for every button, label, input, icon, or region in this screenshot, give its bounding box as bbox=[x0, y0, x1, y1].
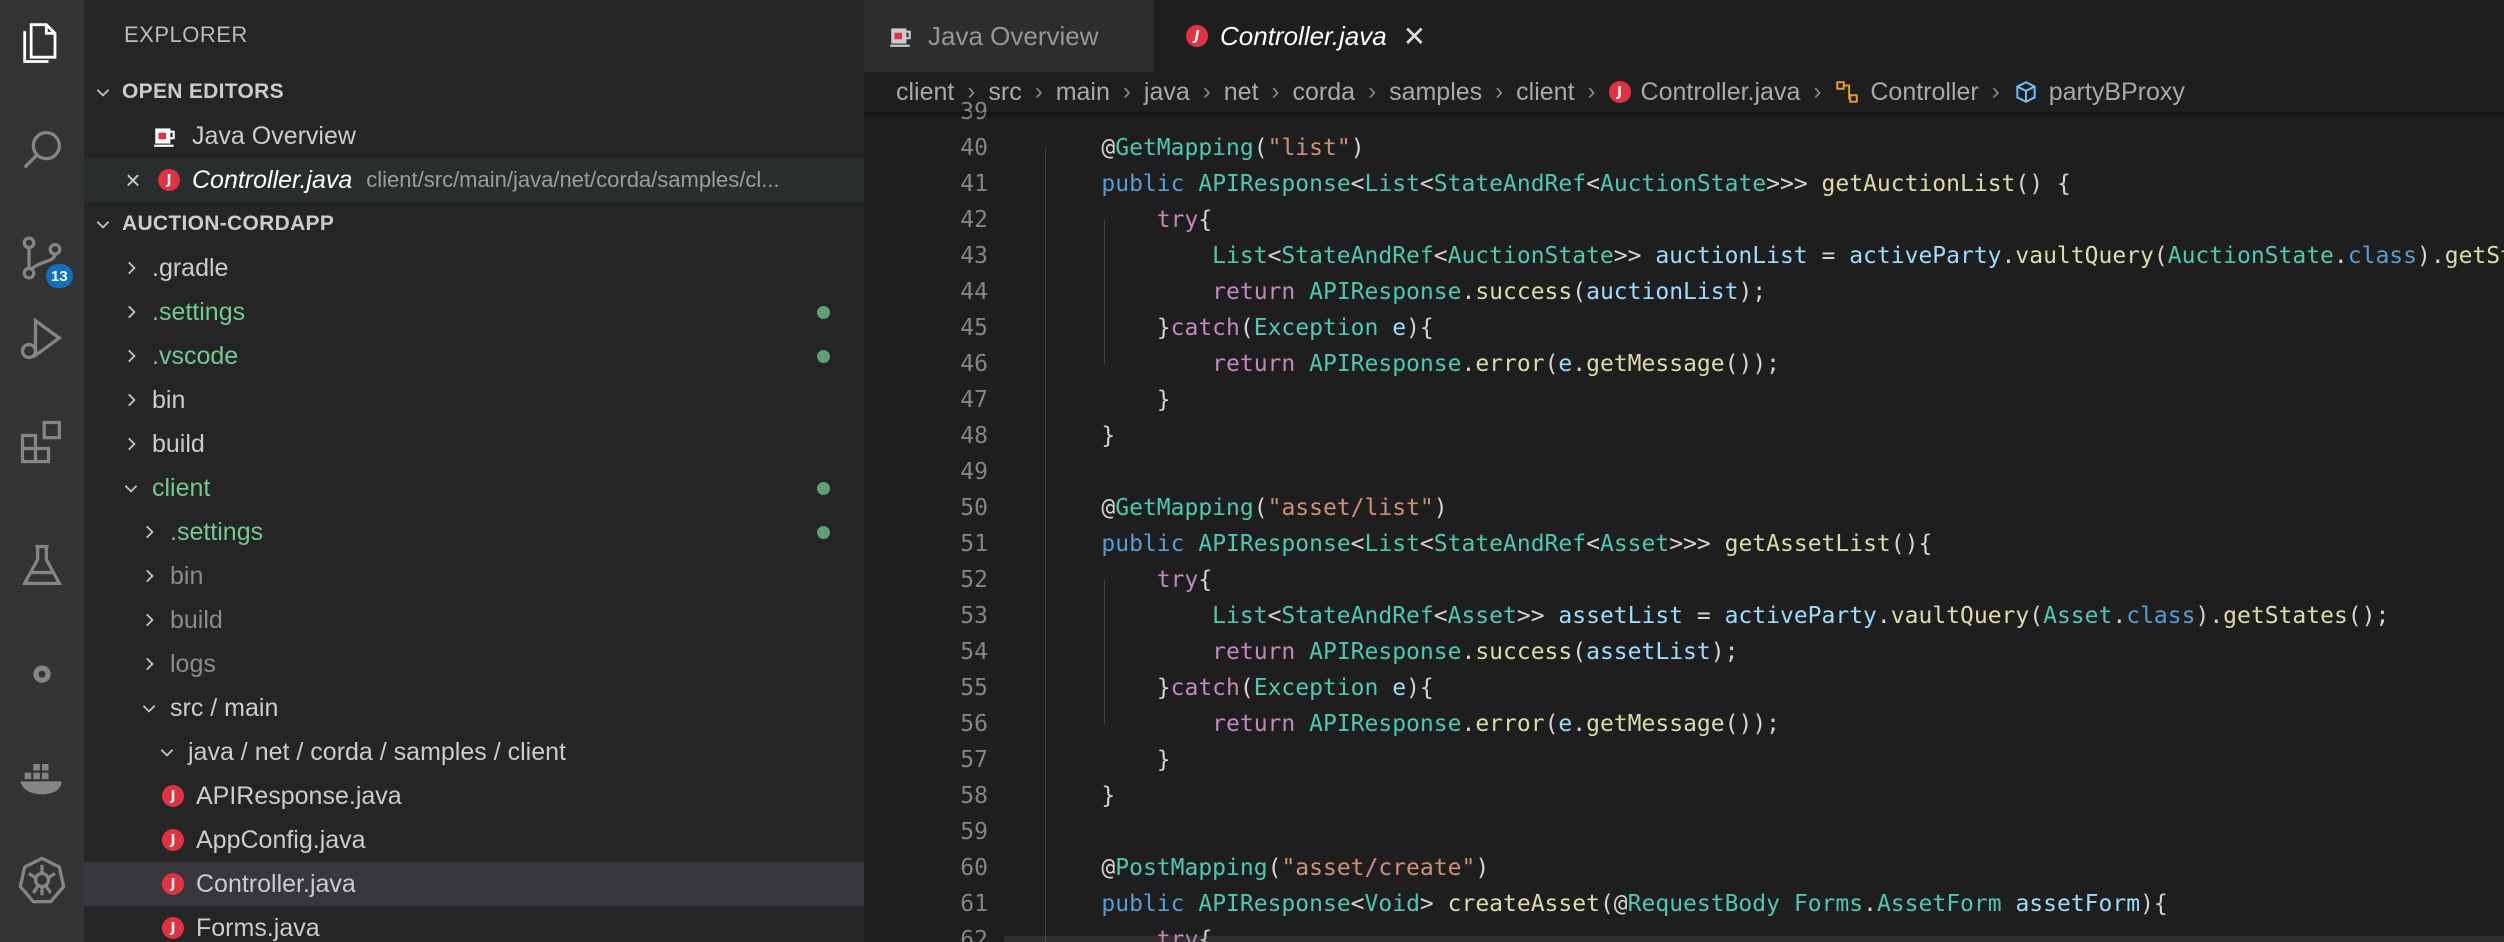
tree-item-java-package[interactable]: java / net / corda / samples / client bbox=[84, 730, 864, 774]
code-line: 43 List<StateAndRef<AuctionState>> aucti… bbox=[960, 243, 2504, 269]
search-icon[interactable] bbox=[0, 108, 84, 192]
tree-item-client[interactable]: client bbox=[84, 466, 864, 510]
code-line: 41 public APIResponse<List<StateAndRef<A… bbox=[960, 171, 2071, 197]
tree-item-client-logs[interactable]: logs bbox=[84, 642, 864, 686]
code-line: 60 @PostMapping("asset/create") bbox=[960, 855, 1490, 881]
chevron-right-icon bbox=[136, 607, 162, 633]
code-line: 48 } bbox=[960, 423, 1116, 449]
sidebar-title: EXPLORER bbox=[124, 22, 248, 47]
tree-item-bin[interactable]: bin bbox=[84, 378, 864, 422]
coffee-cup-icon bbox=[154, 128, 175, 147]
tree-item-gradle[interactable]: .gradle bbox=[84, 246, 864, 290]
chevron-right-icon bbox=[118, 387, 144, 413]
chevron-right-icon bbox=[118, 299, 144, 325]
java-file-icon: J bbox=[158, 169, 180, 191]
chevron-down-icon bbox=[154, 739, 180, 765]
code-line: 61 public APIResponse<Void> createAsset(… bbox=[960, 891, 2168, 917]
tree-item-client-build[interactable]: build bbox=[84, 598, 864, 642]
chevron-down-icon bbox=[90, 79, 116, 105]
chevron-right-icon bbox=[136, 519, 162, 545]
code-line: 55 }catch(Exception e){ bbox=[960, 675, 1434, 701]
close-icon[interactable]: ✕ bbox=[1403, 20, 1426, 53]
code-line: 47 } bbox=[960, 387, 1171, 413]
chevron-right-icon bbox=[118, 343, 144, 369]
docker-icon[interactable] bbox=[0, 735, 84, 819]
code-line: 52 try{ bbox=[960, 567, 1213, 593]
code-editor[interactable]: 39 40 @GetMapping("list") 41 public APIR… bbox=[864, 99, 2504, 942]
chevron-down-icon bbox=[136, 695, 162, 721]
chevron-right-icon bbox=[136, 563, 162, 589]
extensions-icon[interactable] bbox=[0, 400, 84, 484]
run-debug-icon[interactable] bbox=[0, 296, 84, 380]
java-file-icon: J bbox=[162, 829, 184, 851]
tree-item-forms[interactable]: J Forms.java bbox=[84, 906, 864, 942]
java-file-icon: J bbox=[162, 785, 184, 807]
code-line: 51 public APIResponse<List<StateAndRef<A… bbox=[960, 531, 1933, 557]
open-editor-controller[interactable]: × J Controller.java client/src/main/java… bbox=[84, 158, 864, 202]
code-line: 56 return APIResponse.error(e.getMessage… bbox=[960, 711, 1781, 737]
modified-dot bbox=[817, 305, 830, 319]
code-line: 44 return APIResponse.success(auctionLis… bbox=[960, 279, 1767, 305]
code-line: 58 } bbox=[960, 783, 1116, 809]
tab-controller[interactable]: J Controller.java ✕ bbox=[1154, 0, 2504, 72]
java-file-icon: J bbox=[162, 917, 184, 939]
coffee-cup-icon bbox=[890, 28, 911, 47]
java-file-icon: J bbox=[1186, 25, 1208, 47]
tree-item-client-bin[interactable]: bin bbox=[84, 554, 864, 598]
tree-item-src-main[interactable]: src / main bbox=[84, 686, 864, 730]
modified-dot bbox=[817, 349, 830, 363]
code-line: 40 @GetMapping("list") bbox=[960, 135, 1365, 161]
testing-flask-icon[interactable] bbox=[0, 524, 84, 608]
code-line: 53 List<StateAndRef<Asset>> assetList = … bbox=[960, 603, 2390, 629]
tree-item-client-settings[interactable]: .settings bbox=[84, 510, 864, 554]
activity-bar: 13 bbox=[0, 0, 84, 942]
modified-dot bbox=[817, 525, 830, 539]
explorer-sidebar: EXPLORER OPEN EDITORS Java Overview × J … bbox=[84, 0, 864, 942]
code-line: 46 return APIResponse.error(e.getMessage… bbox=[960, 351, 1781, 377]
modified-dot bbox=[817, 481, 830, 495]
scroll-shadow bbox=[864, 112, 2504, 118]
chevron-right-icon bbox=[118, 431, 144, 457]
horizontal-scrollbar[interactable] bbox=[1004, 936, 2504, 942]
code-line: 57 } bbox=[960, 747, 1171, 773]
explorer-icon[interactable] bbox=[0, 0, 84, 84]
code-line: 42 try{ bbox=[960, 207, 1213, 233]
chevron-right-icon bbox=[118, 255, 144, 281]
code-line: 50 @GetMapping("asset/list") bbox=[960, 495, 1448, 521]
editor-area: Java Overview J Controller.java ✕ client… bbox=[864, 0, 2504, 942]
close-icon[interactable]: × bbox=[118, 165, 148, 196]
tree-item-settings[interactable]: .settings bbox=[84, 290, 864, 334]
project-header[interactable]: AUCTION-CORDAPP bbox=[84, 202, 864, 246]
tree-item-controller[interactable]: J Controller.java bbox=[84, 862, 864, 906]
code-line: 49 bbox=[960, 459, 988, 485]
tab-java-overview[interactable]: Java Overview bbox=[864, 0, 1154, 72]
chevron-right-icon bbox=[136, 651, 162, 677]
code-line: 59 bbox=[960, 819, 988, 845]
tree-item-vscode[interactable]: .vscode bbox=[84, 334, 864, 378]
tree-item-build[interactable]: build bbox=[84, 422, 864, 466]
remote-icon[interactable] bbox=[0, 630, 84, 714]
code-line: 54 return APIResponse.success(assetList)… bbox=[960, 639, 1739, 665]
code-line: 45 }catch(Exception e){ bbox=[960, 315, 1434, 341]
tab-bar: Java Overview J Controller.java ✕ bbox=[864, 0, 2504, 72]
open-editors-header[interactable]: OPEN EDITORS bbox=[84, 70, 864, 114]
scm-badge: 13 bbox=[46, 264, 73, 288]
tree-item-apiresponse[interactable]: J APIResponse.java bbox=[84, 774, 864, 818]
open-editor-java-overview[interactable]: Java Overview bbox=[84, 114, 864, 158]
chevron-down-icon bbox=[90, 211, 116, 237]
chevron-down-icon bbox=[118, 475, 144, 501]
kubernetes-icon[interactable] bbox=[0, 838, 84, 922]
tree-item-appconfig[interactable]: J AppConfig.java bbox=[84, 818, 864, 862]
java-file-icon: J bbox=[162, 873, 184, 895]
source-control-icon[interactable]: 13 bbox=[0, 216, 84, 300]
